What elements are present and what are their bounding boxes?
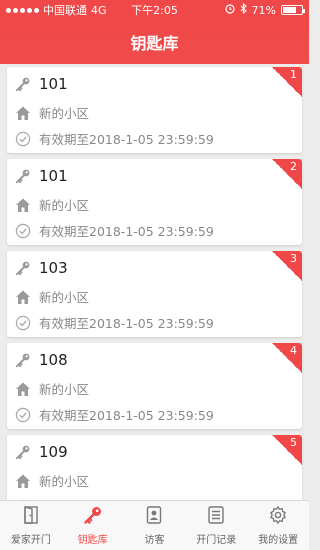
- check-circle-icon: [15, 131, 31, 147]
- battery-icon: [281, 5, 305, 15]
- key-list[interactable]: 101 新的小区 有效期至2018-1-05 23:59:59 1 101 新的…: [0, 64, 309, 500]
- community-name: 新的小区: [39, 106, 90, 121]
- tab-label: 访客: [144, 535, 165, 546]
- community-name: 新的小区: [39, 382, 90, 397]
- status-bar: 中国联通 4G 下午2:05 71%: [0, 0, 309, 20]
- tab-label: 我的设置: [258, 535, 299, 546]
- alarm-icon: [224, 3, 235, 17]
- check-circle-icon: [15, 407, 31, 423]
- door-icon: [21, 505, 41, 528]
- key-card[interactable]: 108 新的小区 有效期至2018-1-05 23:59:59 4: [7, 343, 302, 429]
- tab-label: 钥匙库: [77, 535, 108, 546]
- key-name: 103: [39, 259, 68, 277]
- key-icon: [15, 352, 31, 368]
- signal-strength-icon: [6, 7, 39, 13]
- index-badge: 3: [272, 251, 302, 281]
- key-name: 101: [39, 75, 68, 93]
- validity-text: 有效期至2018-1-05 23:59:59: [39, 408, 214, 423]
- key-icon: [83, 505, 103, 528]
- home-icon: [15, 105, 31, 121]
- home-icon: [15, 197, 31, 213]
- check-circle-icon: [15, 315, 31, 331]
- visitor-icon: [144, 505, 164, 528]
- key-name: 101: [39, 167, 68, 185]
- index-badge: 2: [272, 159, 302, 189]
- record-icon: [206, 505, 226, 528]
- key-name: 109: [39, 443, 68, 461]
- home-icon: [15, 381, 31, 397]
- nav-bar: 钥匙库: [0, 20, 309, 64]
- key-icon: [15, 260, 31, 276]
- key-card[interactable]: 103 新的小区 有效期至2018-1-05 23:59:59 3: [7, 251, 302, 337]
- gear-icon: [268, 505, 288, 528]
- key-card[interactable]: 109 新的小区 有效期至2018-1-05 23:59:59 5: [7, 435, 302, 500]
- community-name: 新的小区: [39, 290, 90, 305]
- tab-visitor[interactable]: 访客: [124, 501, 186, 550]
- key-icon: [15, 168, 31, 184]
- community-name: 新的小区: [39, 198, 90, 213]
- validity-text: 有效期至2018-1-05 23:59:59: [39, 132, 214, 147]
- key-icon: [15, 444, 31, 460]
- tab-record[interactable]: 开门记录: [185, 501, 247, 550]
- key-icon: [15, 76, 31, 92]
- validity-text: 有效期至2018-1-05 23:59:59: [39, 316, 214, 331]
- key-card[interactable]: 101 新的小区 有效期至2018-1-05 23:59:59 2: [7, 159, 302, 245]
- tab-key[interactable]: 钥匙库: [62, 501, 124, 550]
- battery-percent: 71%: [251, 3, 276, 17]
- index-badge: 5: [272, 435, 302, 465]
- validity-text: 有效期至2018-1-05 23:59:59: [39, 224, 214, 239]
- key-name: 108: [39, 351, 68, 369]
- check-circle-icon: [15, 223, 31, 239]
- tab-label: 爱家开门: [10, 535, 51, 546]
- community-name: 新的小区: [39, 474, 90, 489]
- carrier-name: 中国联通: [43, 4, 87, 17]
- key-card[interactable]: 101 新的小区 有效期至2018-1-05 23:59:59 1: [7, 67, 302, 153]
- page-title: 钥匙库: [130, 34, 179, 53]
- tab-gear[interactable]: 我的设置: [247, 501, 309, 550]
- tab-bar: 爱家开门 钥匙库 访客 开门记录 我的设置: [0, 500, 309, 550]
- index-badge: 4: [272, 343, 302, 373]
- bluetooth-icon: [240, 2, 247, 17]
- network-type: 4G: [91, 3, 107, 17]
- tab-label: 开门记录: [196, 535, 237, 546]
- tab-door[interactable]: 爱家开门: [0, 501, 62, 550]
- home-icon: [15, 473, 31, 489]
- home-icon: [15, 289, 31, 305]
- index-badge: 1: [272, 67, 302, 97]
